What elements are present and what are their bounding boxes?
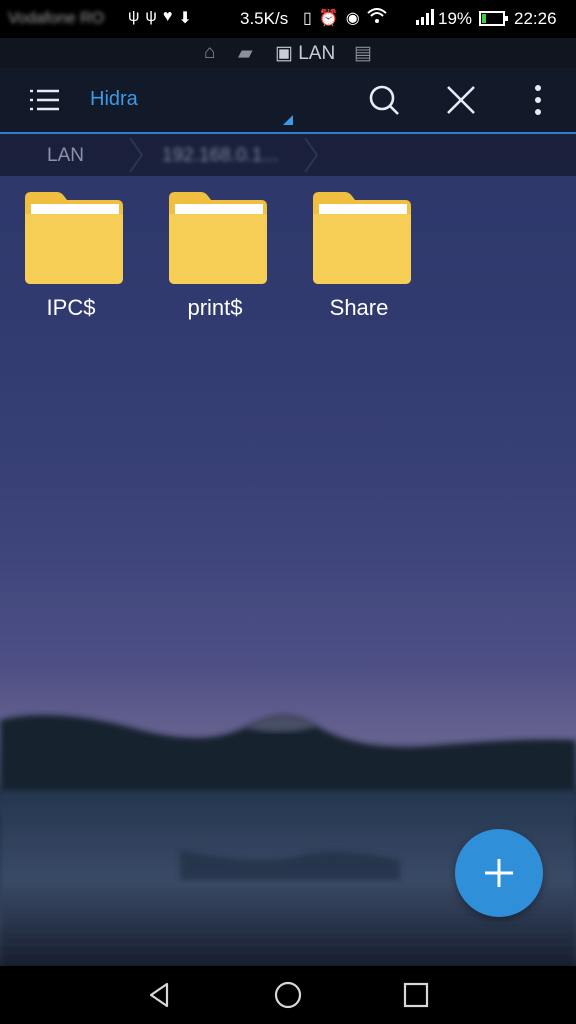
home-circle-icon[interactable]	[273, 980, 303, 1010]
alarm-icon: ⏰	[318, 10, 339, 27]
status-bar: Vodafone RO ψ ψ ♥ ⬇ 3.5K/s ▯ ⏰ ◉ 19% 22:…	[0, 0, 576, 38]
clock: 22:26	[514, 9, 557, 28]
system-icons: ▯ ⏰ ◉	[303, 8, 387, 29]
folder-icon	[25, 192, 123, 284]
vibrate-icon: ▯	[303, 10, 312, 27]
breadcrumb-item-lan[interactable]: LAN	[47, 145, 84, 167]
usb-icon: ψ	[128, 8, 140, 25]
toolbar: Hidra	[0, 68, 576, 134]
computer-icon: ▣	[275, 43, 293, 64]
location-title[interactable]: Hidra	[90, 88, 138, 111]
screen: Vodafone RO ψ ψ ♥ ⬇ 3.5K/s ▯ ⏰ ◉ 19% 22:…	[0, 0, 576, 1024]
wifi-icon	[367, 8, 387, 29]
battery-level-fill	[482, 14, 486, 23]
folder-item[interactable]: print$	[160, 190, 270, 330]
battery-charging-icon	[479, 11, 508, 26]
chat-icon[interactable]: ▰	[238, 42, 253, 65]
home-icon[interactable]: ⌂	[204, 42, 215, 64]
breadcrumb-separator-icon	[304, 138, 319, 172]
carrier-label: Vodafone RO	[8, 10, 105, 27]
recents-icon[interactable]	[401, 980, 431, 1010]
folder-item[interactable]: Share	[304, 190, 414, 330]
folder-name: IPC$	[46, 295, 96, 320]
printer-icon[interactable]: ▤	[354, 42, 372, 65]
folder-name: Share	[329, 295, 389, 320]
breadcrumb-separator-icon	[129, 138, 144, 172]
add-button[interactable]	[455, 829, 543, 917]
search-icon[interactable]	[364, 80, 404, 120]
battery-tip	[505, 16, 508, 21]
folder-item[interactable]: IPC$	[16, 190, 126, 330]
plus-icon	[485, 859, 513, 887]
back-icon[interactable]	[145, 980, 175, 1010]
navigation-bar	[0, 966, 576, 1024]
usb-icon: ψ	[145, 8, 157, 25]
more-vertical-icon[interactable]	[518, 80, 558, 120]
dropdown-indicator-icon[interactable]	[283, 112, 293, 130]
net-speed: 3.5K/s	[240, 9, 289, 28]
network-type-bar: ⌂ ▰ ▣ LAN ▤	[0, 38, 576, 68]
menu-icon[interactable]	[24, 80, 64, 120]
lan-tab[interactable]: ▣ LAN	[275, 42, 335, 65]
breadcrumb: LAN 192.168.0.1...	[0, 134, 576, 176]
signal-icon	[416, 9, 434, 30]
lan-tab-label: LAN	[298, 43, 336, 64]
heart-rate-icon: ♥	[162, 8, 173, 25]
close-icon[interactable]	[441, 80, 481, 120]
eye-icon: ◉	[345, 10, 360, 27]
battery-percent: 19%	[438, 9, 473, 28]
folder-icon	[313, 192, 411, 284]
folder-name: print$	[187, 295, 243, 320]
folder-icon	[169, 192, 267, 284]
wallpaper-scenery	[0, 715, 576, 970]
breadcrumb-item-host[interactable]: 192.168.0.1...	[162, 145, 278, 167]
notification-icons: ψ ψ ♥ ⬇	[128, 8, 192, 28]
download-icon: ⬇	[178, 10, 192, 27]
